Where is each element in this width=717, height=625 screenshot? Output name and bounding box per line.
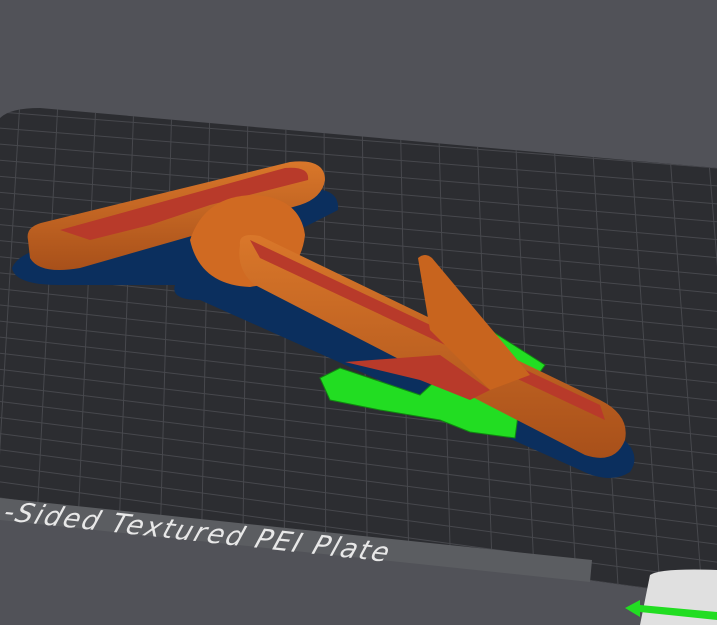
build-scene: -Sided Textured PEI Plate — [0, 108, 717, 625]
3d-viewport[interactable]: -Sided Textured PEI Plate — [0, 0, 717, 625]
